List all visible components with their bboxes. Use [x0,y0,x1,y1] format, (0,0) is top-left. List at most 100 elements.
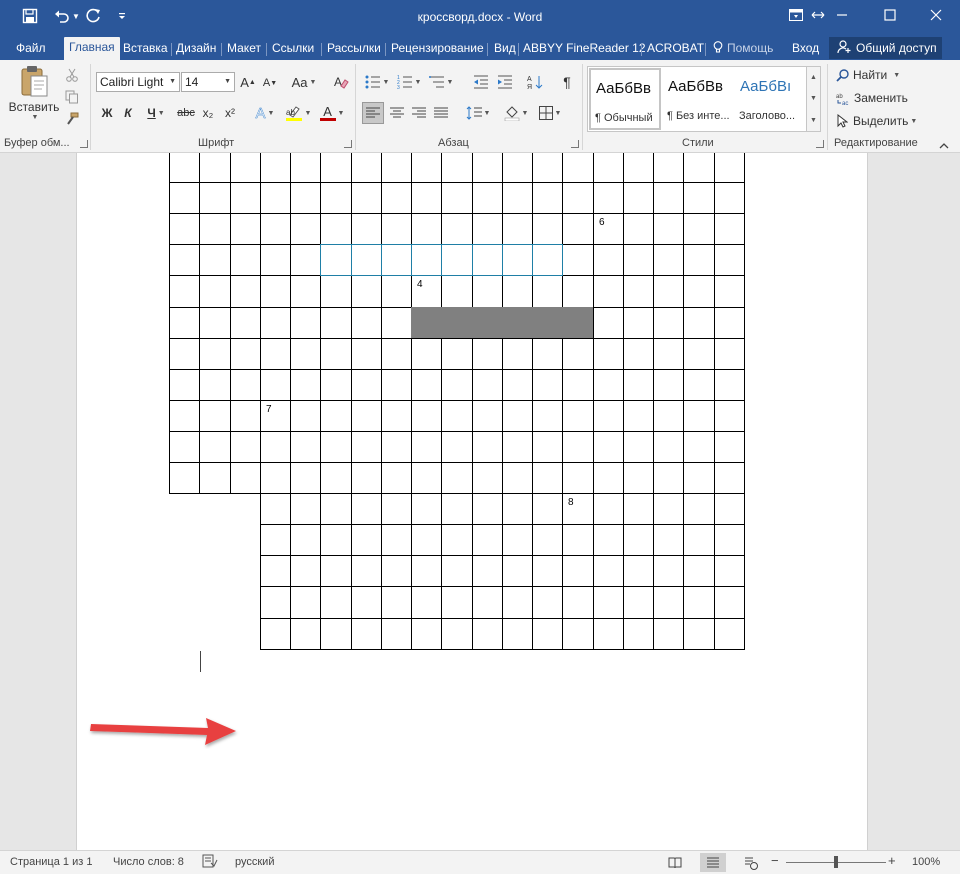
crossword-cell[interactable] [623,182,654,214]
maximize-icon[interactable] [870,0,910,30]
print-layout-icon[interactable] [700,853,726,872]
crossword-cell[interactable] [562,275,594,308]
crossword-cell[interactable] [230,338,261,370]
crossword-cell[interactable] [562,431,594,463]
bold-button[interactable]: Ж [97,102,117,124]
crossword-cell[interactable] [562,493,594,525]
crossword-cell[interactable] [653,244,684,276]
crossword-cell[interactable] [260,586,291,619]
crossword-cell[interactable] [199,338,231,370]
font-name-combo[interactable]: Calibri Light ▼ [96,72,180,92]
crossword-cell[interactable] [290,493,321,525]
crossword-cell[interactable] [441,462,473,494]
crossword-cell[interactable] [199,400,231,432]
crossword-cell[interactable] [351,338,382,370]
crossword-cell[interactable] [441,400,473,432]
crossword-cell-highlighted[interactable] [411,244,442,276]
crossword-cell[interactable] [290,555,321,587]
crossword-cell[interactable] [199,431,231,463]
crossword-cell[interactable] [230,244,261,276]
crossword-cell[interactable] [562,524,594,556]
style-no-spacing[interactable]: АаБбВв ¶ Без инте... [663,68,735,130]
crossword-cell[interactable] [532,618,563,650]
align-left-button[interactable] [362,102,384,124]
crossword-cell[interactable] [260,338,291,370]
crossword-cell[interactable] [653,618,684,650]
crossword-cell[interactable] [683,338,715,370]
zoom-slider-thumb[interactable] [834,856,838,868]
styles-launcher-icon[interactable] [816,140,824,148]
crossword-cell[interactable] [653,213,684,245]
crossword-cell[interactable] [472,153,503,183]
crossword-cell[interactable] [593,555,624,587]
crossword-cell[interactable] [532,182,563,214]
crossword-cell[interactable] [562,244,594,276]
crossword-cell[interactable] [653,400,684,432]
crossword-cell-shaded[interactable] [472,307,503,339]
crossword-cell[interactable] [320,618,352,650]
crossword-cell[interactable] [351,618,382,650]
crossword-cell[interactable] [532,493,563,525]
crossword-cell[interactable] [320,493,352,525]
increase-indent-button[interactable] [494,71,516,93]
crossword-cell[interactable] [562,213,594,245]
crossword-cell[interactable] [683,618,715,650]
crossword-cell[interactable] [290,586,321,619]
crossword-cell[interactable] [381,369,412,401]
shrink-font-button[interactable]: A ▼ [262,72,278,94]
crossword-cell[interactable] [623,153,654,183]
sort-button[interactable]: AЯ [524,71,546,93]
crossword-cell-highlighted[interactable] [472,244,503,276]
crossword-cell[interactable] [683,182,715,214]
crossword-cell[interactable] [351,431,382,463]
crossword-cell[interactable] [653,524,684,556]
crossword-cell[interactable] [502,462,533,494]
crossword-cell[interactable] [623,524,654,556]
crossword-cell[interactable] [714,618,745,650]
crossword-cell[interactable] [532,555,563,587]
crossword-cell[interactable] [562,618,594,650]
crossword-cell[interactable] [714,275,745,308]
crossword-cell[interactable] [381,182,412,214]
paste-button[interactable]: Вставить ▼ [8,64,60,132]
crossword-cell-shaded[interactable] [502,307,533,339]
crossword-cell[interactable] [260,493,291,525]
crossword-cell[interactable] [623,400,654,432]
crossword-cell[interactable] [260,524,291,556]
crossword-cell[interactable] [593,493,624,525]
crossword-cell[interactable] [562,182,594,214]
crossword-cell[interactable] [169,307,200,339]
crossword-cell[interactable] [472,586,503,619]
crossword-cell[interactable] [290,618,321,650]
crossword-cell[interactable] [472,182,503,214]
styles-scroll-up-icon[interactable]: ▲ [810,74,817,81]
crossword-cell[interactable] [290,182,321,214]
crossword-cell[interactable] [532,586,563,619]
crossword-cell[interactable] [714,182,745,214]
crossword-cell[interactable] [290,307,321,339]
crossword-cell[interactable] [593,338,624,370]
crossword-cell[interactable] [411,618,442,650]
crossword-cell[interactable] [593,462,624,494]
crossword-cell[interactable] [320,153,352,183]
crossword-cell[interactable] [351,307,382,339]
crossword-cell[interactable] [653,586,684,619]
crossword-cell[interactable] [169,182,200,214]
select-button[interactable]: Выделить ▼ [836,110,917,132]
crossword-cell[interactable] [199,153,231,183]
crossword-cell[interactable] [381,338,412,370]
crossword-cell[interactable] [714,338,745,370]
crossword-cell[interactable] [169,275,200,308]
web-layout-icon[interactable] [738,853,764,872]
styles-more-icon[interactable]: ▼ [810,117,817,124]
crossword-cell[interactable] [260,555,291,587]
crossword-cell[interactable] [320,213,352,245]
crossword-cell[interactable] [683,275,715,308]
crossword-cell[interactable] [320,275,352,308]
crossword-cell[interactable] [653,153,684,183]
crossword-cell[interactable] [593,524,624,556]
crossword-cell[interactable] [502,182,533,214]
crossword-cell[interactable] [472,400,503,432]
crossword-cell[interactable] [683,400,715,432]
clipboard-launcher-icon[interactable] [80,140,88,148]
